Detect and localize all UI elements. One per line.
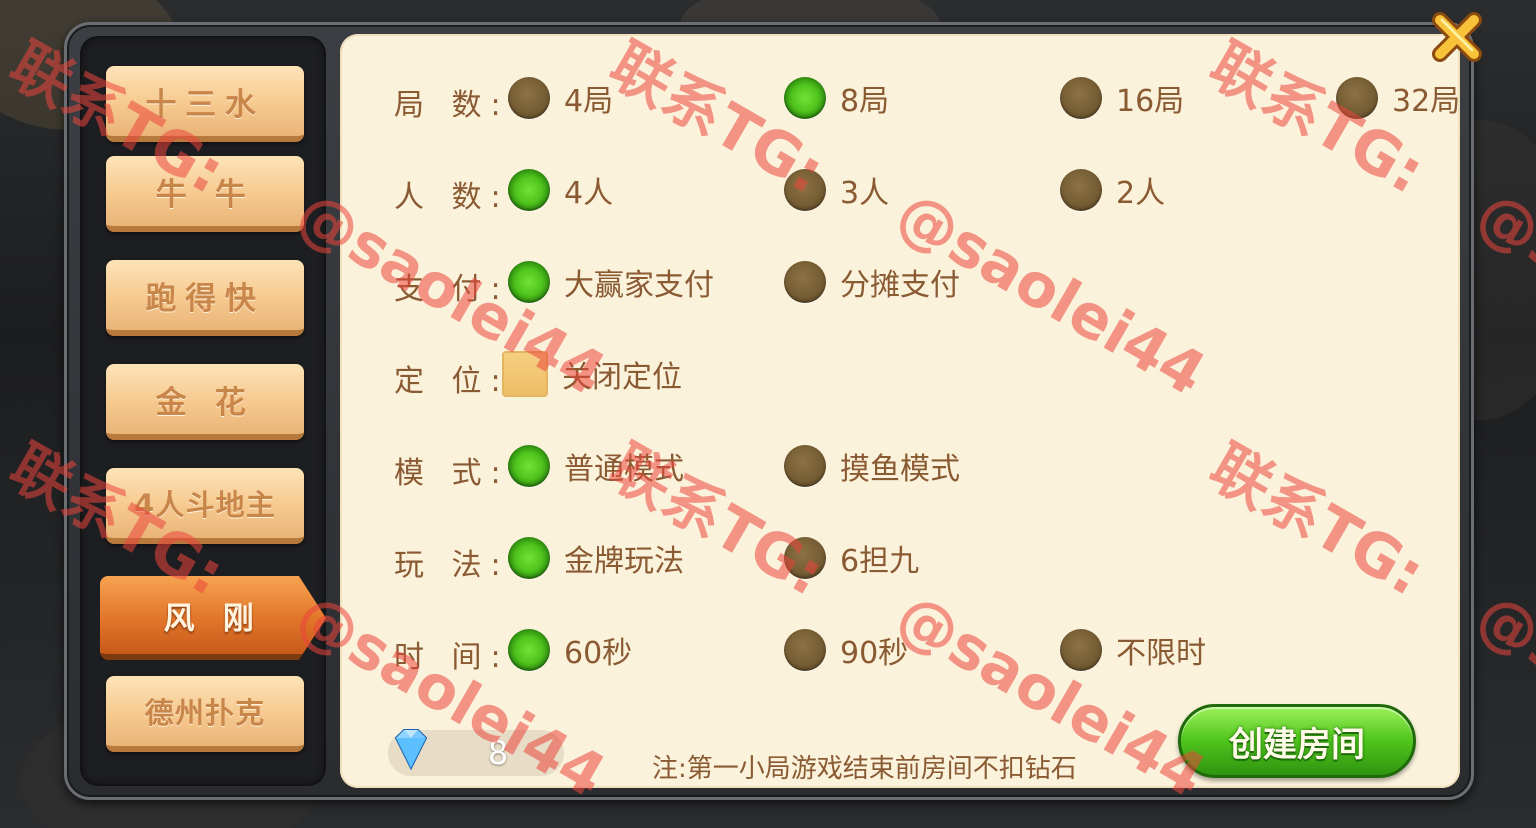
room-settings-panel: 局 数: 4局 8局 16局 32局 人 数: 4人 3人 2人 支 付: 大赢… [340, 34, 1460, 788]
rounds-option-4[interactable]: 4局 [508, 68, 613, 128]
play-label: 玩 法: [394, 548, 510, 583]
tab-label: 德州扑克 [144, 696, 266, 730]
diamond-balance: 8 [388, 729, 564, 776]
mode-option-fishing[interactable]: 摸鱼模式 [784, 436, 960, 496]
tab-label: 4人斗地主 [134, 488, 276, 522]
radio-button[interactable] [1060, 77, 1102, 119]
rounds-label: 局 数: [394, 88, 510, 123]
radio-button[interactable] [784, 261, 826, 303]
radio-button-selected[interactable] [508, 445, 550, 487]
time-option-unlimited[interactable]: 不限时 [1060, 620, 1206, 680]
tab-label: 风 刚 [163, 600, 263, 637]
time-label: 时 间: [394, 640, 510, 675]
tab-label: 牛 牛 [155, 176, 255, 213]
radio-button[interactable] [784, 537, 826, 579]
radio-button[interactable] [1060, 169, 1102, 211]
play-option-6dan9[interactable]: 6担九 [784, 528, 919, 588]
time-option-90[interactable]: 90秒 [784, 620, 908, 680]
location-option[interactable]: 关闭定位 [502, 344, 682, 404]
rounds-option-16[interactable]: 16局 [1060, 68, 1184, 128]
rounds-option-32[interactable]: 32局 [1336, 68, 1460, 128]
radio-button-selected[interactable] [508, 629, 550, 671]
radio-button-selected[interactable] [508, 169, 550, 211]
tab-fenggang[interactable]: 风 刚 [100, 576, 326, 660]
radio-button-selected[interactable] [508, 261, 550, 303]
payment-row: 支 付: 大赢家支付 分摊支付 [340, 252, 1460, 312]
location-checkbox[interactable] [502, 351, 548, 397]
tab-paodekuai[interactable]: 跑得快 [106, 260, 304, 336]
create-room-button[interactable]: 创建房间 [1178, 704, 1416, 778]
radio-button[interactable] [1336, 77, 1378, 119]
radio-button-selected[interactable] [508, 537, 550, 579]
radio-button[interactable] [784, 629, 826, 671]
tab-niuniu[interactable]: 牛 牛 [106, 156, 304, 232]
tab-jinhua[interactable]: 金 花 [106, 364, 304, 440]
payment-option-winner[interactable]: 大赢家支付 [508, 252, 714, 312]
location-row: 定 位: 关闭定位 [340, 344, 1460, 404]
mode-row: 模 式: 普通模式 摸鱼模式 [340, 436, 1460, 496]
rounds-option-8[interactable]: 8局 [784, 68, 889, 128]
tab-texas-holdem[interactable]: 德州扑克 [106, 676, 304, 752]
players-row: 人 数: 4人 3人 2人 [340, 160, 1460, 220]
play-option-gold[interactable]: 金牌玩法 [508, 528, 684, 588]
players-option-3[interactable]: 3人 [784, 160, 889, 220]
diamond-icon [394, 729, 428, 771]
tab-shisanshui[interactable]: 十三水 [106, 66, 304, 142]
radio-button[interactable] [508, 77, 550, 119]
mode-label: 模 式: [394, 456, 510, 491]
tab-4p-doudizhu[interactable]: 4人斗地主 [106, 468, 304, 544]
players-option-2[interactable]: 2人 [1060, 160, 1165, 220]
players-option-4[interactable]: 4人 [508, 160, 613, 220]
radio-button[interactable] [784, 169, 826, 211]
radio-button[interactable] [1060, 629, 1102, 671]
tab-label: 十三水 [145, 86, 265, 123]
time-row: 时 间: 60秒 90秒 不限时 [340, 620, 1460, 680]
time-option-60[interactable]: 60秒 [508, 620, 632, 680]
players-label: 人 数: [394, 180, 510, 215]
tab-label: 跑得快 [145, 280, 265, 317]
radio-button[interactable] [784, 445, 826, 487]
play-row: 玩 法: 金牌玩法 6担九 [340, 528, 1460, 588]
close-icon[interactable] [1428, 8, 1486, 66]
diamond-count: 8 [487, 734, 509, 772]
rounds-row: 局 数: 4局 8局 16局 32局 [340, 68, 1460, 128]
payment-label: 支 付: [394, 272, 510, 307]
create-room-label: 创建房间 [1229, 724, 1365, 765]
radio-button-selected[interactable] [784, 77, 826, 119]
payment-option-split[interactable]: 分摊支付 [784, 252, 960, 312]
tab-label: 金 花 [155, 384, 255, 421]
location-label: 定 位: [394, 364, 510, 399]
cost-note: 注:第一小局游戏结束前房间不扣钻石 [652, 754, 1077, 784]
mode-option-normal[interactable]: 普通模式 [508, 436, 684, 496]
